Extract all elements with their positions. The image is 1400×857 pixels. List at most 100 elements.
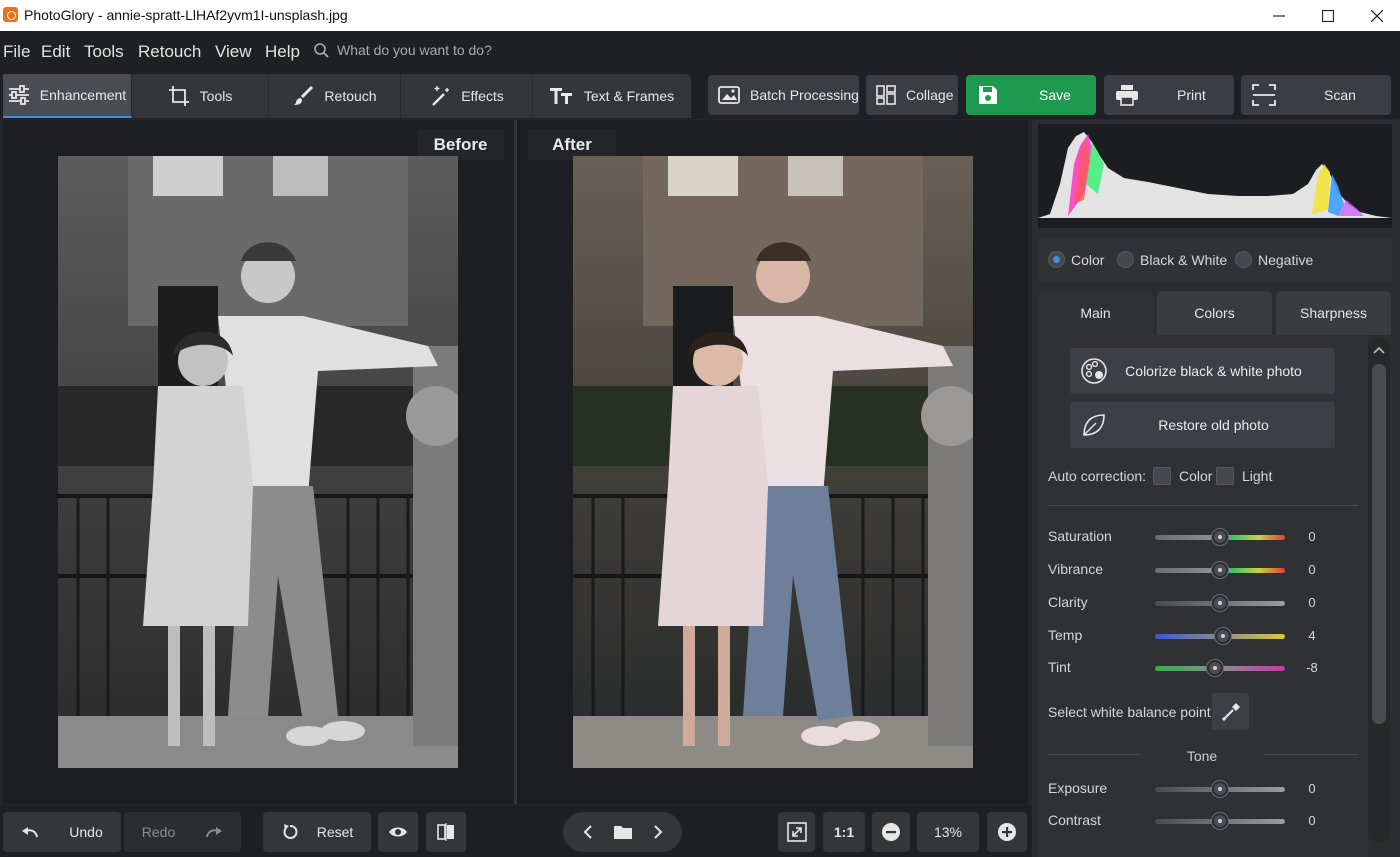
clarity-value: 0 [1308, 595, 1316, 610]
auto-light-checkbox[interactable] [1216, 467, 1234, 485]
image-navigator [563, 812, 682, 852]
temp-value: 4 [1308, 628, 1316, 643]
temp-thumb[interactable] [1214, 628, 1231, 644]
tab-sharpness[interactable]: Sharpness [1276, 291, 1391, 335]
window-title: PhotoGlory - annie-spratt-LlHAf2yvm1I-un… [24, 7, 348, 23]
next-image-button[interactable] [651, 824, 665, 840]
zoom-in-button[interactable] [987, 812, 1027, 852]
redo-button[interactable]: Redo [124, 812, 241, 852]
module-tabs: Enhancement Tools Retouch Effects Text &… [3, 74, 691, 118]
before-after-divider[interactable] [514, 120, 517, 804]
fit-screen-icon [786, 822, 807, 842]
compare-view-button[interactable] [426, 812, 466, 852]
tone-heading: Tone [1186, 748, 1218, 764]
vibrance-thumb[interactable] [1212, 562, 1228, 578]
panel-scrollbar[interactable] [1368, 338, 1390, 843]
undo-button[interactable]: Undo [3, 812, 121, 852]
divider [1264, 754, 1358, 755]
reset-button[interactable]: Reset [263, 812, 371, 852]
folder-icon [613, 826, 632, 839]
undo-icon [22, 827, 39, 838]
title-bar: PhotoGlory - annie-spratt-LlHAf2yvm1I-un… [0, 0, 1400, 31]
restore-label: Restore old photo [1158, 417, 1269, 433]
open-folder-button[interactable] [613, 824, 633, 840]
mode-color-radio[interactable]: Color [1048, 251, 1104, 268]
menu-retouch[interactable]: Retouch [138, 42, 201, 62]
save-button[interactable]: Save [966, 75, 1096, 115]
scan-icon [1252, 84, 1276, 106]
tab-effects[interactable]: Effects [401, 74, 533, 118]
auto-correction-label: Auto correction: [1048, 468, 1147, 484]
bottom-toolbar: Undo Redo Reset 1:1 13% [0, 805, 1032, 857]
maximize-icon [1322, 9, 1334, 22]
minimize-button[interactable] [1256, 0, 1302, 31]
mode-label: Negative [1258, 251, 1314, 268]
colorize-button[interactable]: Colorize black & white photo [1070, 348, 1335, 394]
previous-image-button[interactable] [581, 824, 595, 840]
printer-icon [1116, 85, 1138, 106]
slider-label: Contrast [1048, 812, 1101, 828]
saturation-thumb[interactable] [1212, 529, 1228, 545]
mode-black-white-radio[interactable]: Black & White [1117, 251, 1227, 268]
radio-selected-icon [1048, 251, 1065, 268]
batch-processing-label: Batch Processing [750, 87, 859, 103]
menu-bar: File Edit Tools Retouch View Help What d… [0, 31, 1400, 69]
collage-label: Collage [906, 87, 954, 103]
preview-toggle-button[interactable] [378, 812, 418, 852]
print-button[interactable]: Print [1104, 75, 1234, 115]
divider [1048, 505, 1358, 506]
zoom-level-field[interactable]: 13% [917, 812, 979, 852]
magic-wand-icon [432, 86, 450, 106]
scroll-up-icon [1373, 346, 1385, 354]
divider [1048, 754, 1140, 755]
batch-images-icon [718, 86, 740, 104]
collage-grid-icon [876, 85, 896, 105]
restore-button[interactable]: Restore old photo [1070, 402, 1335, 448]
tab-text-frames[interactable]: Text & Frames [533, 74, 691, 118]
clarity-thumb[interactable] [1212, 595, 1228, 611]
scan-button[interactable]: Scan [1241, 75, 1391, 115]
menu-view[interactable]: View [215, 42, 252, 62]
tab-enhancement[interactable]: Enhancement [3, 74, 132, 118]
white-balance-picker-button[interactable] [1212, 693, 1249, 730]
exposure-value: 0 [1308, 781, 1316, 796]
vibrance-value: 0 [1308, 562, 1316, 577]
menu-edit[interactable]: Edit [41, 42, 70, 62]
menu-help[interactable]: Help [265, 42, 300, 62]
app-logo-icon [3, 7, 18, 22]
print-label: Print [1177, 87, 1206, 103]
batch-processing-button[interactable]: Batch Processing [708, 75, 859, 115]
tab-colors[interactable]: Colors [1157, 291, 1272, 335]
zoom-in-icon [998, 823, 1016, 841]
minimize-icon [1273, 14, 1285, 17]
close-icon [1371, 9, 1383, 22]
scrollbar-thumb[interactable] [1372, 364, 1386, 724]
tab-main[interactable]: Main [1038, 291, 1153, 335]
fit-to-screen-button[interactable] [778, 812, 815, 852]
zoom-out-button[interactable] [872, 812, 910, 852]
color-mode-group: Color Black & White Negative [1038, 238, 1392, 282]
tab-label: Retouch [324, 88, 377, 104]
menu-file[interactable]: File [3, 42, 30, 62]
actual-size-button[interactable]: 1:1 [823, 812, 865, 852]
close-button[interactable] [1354, 0, 1400, 31]
redo-icon [206, 827, 223, 838]
slider-label: Clarity [1048, 594, 1088, 610]
contrast-thumb[interactable] [1212, 813, 1228, 829]
mode-negative-radio[interactable]: Negative [1235, 251, 1313, 268]
text-icon [549, 88, 572, 104]
menu-tools[interactable]: Tools [84, 42, 124, 62]
floppy-disk-icon [979, 86, 997, 104]
tab-retouch[interactable]: Retouch [269, 74, 401, 118]
auto-color-checkbox[interactable] [1153, 467, 1171, 485]
sliders-icon [8, 85, 29, 105]
tab-tools[interactable]: Tools [132, 74, 269, 118]
scan-label: Scan [1324, 87, 1356, 103]
contrast-value: 0 [1308, 813, 1316, 828]
maximize-button[interactable] [1305, 0, 1351, 31]
command-search[interactable]: What do you want to do? [314, 39, 492, 61]
collage-button[interactable]: Collage [866, 75, 958, 115]
main-toolbar: Enhancement Tools Retouch Effects Text &… [0, 69, 1400, 119]
exposure-thumb[interactable] [1212, 781, 1228, 797]
tint-thumb[interactable] [1206, 660, 1223, 676]
